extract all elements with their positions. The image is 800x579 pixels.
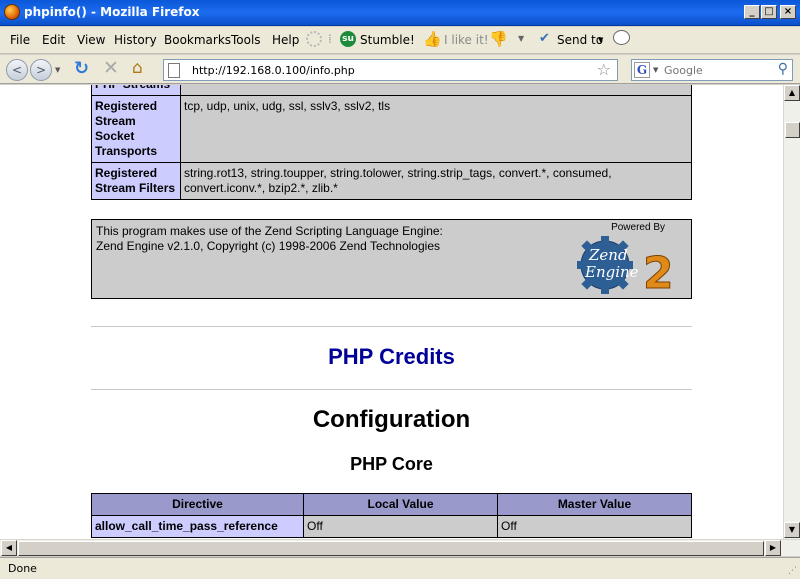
status-text: Done (8, 562, 37, 575)
menu-history[interactable]: History (114, 33, 157, 47)
scroll-down-button[interactable]: ▼ (784, 522, 800, 538)
scroll-up-button[interactable]: ▲ (784, 85, 800, 101)
column-header: Master Value (497, 493, 692, 516)
php-core-table: Directive Local Value Master Value allow… (91, 493, 692, 538)
column-header: Local Value (303, 493, 498, 516)
stumbleupon-icon[interactable]: su (340, 31, 356, 47)
master-value-cell: Off (497, 515, 692, 538)
maximize-button[interactable]: □ (761, 5, 777, 19)
scroll-left-button[interactable]: ◀ (1, 540, 17, 556)
thumbs-up-icon[interactable]: 👍 (423, 30, 442, 48)
toolbar-grip-icon: ⁞ (328, 32, 332, 46)
title-bar: phpinfo() - Mozilla Firefox _ □ × (0, 0, 800, 26)
stop-icon[interactable]: ✕ (103, 57, 119, 79)
send-to-dropdown-icon[interactable]: ▼ (598, 36, 603, 44)
page-icon (168, 63, 180, 78)
powered-by-label: Powered By (611, 222, 665, 233)
php-core-heading: PHP Core (350, 454, 433, 474)
streams-table: PHP Streams Registered Stream Socket Tra… (91, 85, 692, 200)
configuration-heading: Configuration (312, 406, 471, 433)
table-row: Registered Stream Filters string.rot13, … (91, 162, 692, 200)
menu-help[interactable]: Help (272, 33, 299, 47)
page-content: PHP Streams Registered Stream Socket Tra… (0, 85, 783, 539)
url-text[interactable]: http://192.168.0.100/info.php (192, 64, 355, 77)
zend-info-box: This program makes use of the Zend Scrip… (91, 219, 692, 299)
column-header: Directive (91, 493, 304, 516)
menu-view[interactable]: View (77, 33, 105, 47)
throbber-icon (306, 31, 322, 47)
reload-icon[interactable]: ↻ (74, 58, 89, 79)
table-row: Registered Stream Socket Transports tcp,… (91, 95, 692, 163)
resize-grip-icon[interactable]: ⋰ (788, 566, 797, 576)
menu-tools[interactable]: Tools (231, 33, 261, 47)
window-title: phpinfo() - Mozilla Firefox (24, 5, 200, 19)
search-box[interactable]: G ▼ ⚲ (631, 59, 793, 81)
menu-edit[interactable]: Edit (42, 33, 65, 47)
scroll-right-button[interactable]: ▶ (765, 540, 781, 556)
history-dropdown-icon[interactable]: ▼ (55, 66, 60, 74)
php-credits-heading[interactable]: PHP Credits (91, 344, 692, 370)
send-to-icon[interactable]: ✔ (539, 31, 550, 46)
bookmark-star-icon[interactable]: ☆ (597, 60, 611, 79)
dropdown-arrow-icon[interactable]: ▼ (518, 34, 524, 43)
row-value: string.rot13, string.toupper, string.tol… (180, 162, 692, 200)
table-row: PHP Streams (91, 85, 692, 96)
search-input[interactable] (664, 63, 774, 78)
table-header-row: Directive Local Value Master Value (91, 493, 692, 516)
thumbs-down-icon[interactable]: 👎 (489, 30, 508, 48)
table-row: allow_call_time_pass_reference Off Off (91, 515, 692, 538)
status-bar: Done ⋰ (0, 557, 800, 579)
engine-dropdown-icon[interactable]: ▼ (653, 66, 658, 74)
row-label: Registered Stream Filters (91, 162, 181, 200)
zend-line-2: Zend Engine v2.1.0, Copyright (c) 1998-2… (96, 239, 440, 253)
forward-button[interactable]: > (30, 59, 52, 81)
zend-line-1: This program makes use of the Zend Scrip… (96, 224, 443, 238)
zend-engine-logo-icon[interactable]: Zend Engine 2 (575, 234, 689, 296)
svg-text:Engine: Engine (584, 263, 639, 281)
horizontal-scroll-thumb[interactable] (18, 541, 764, 556)
vertical-scroll-thumb[interactable] (785, 122, 800, 138)
row-value (180, 85, 692, 96)
divider (91, 389, 692, 390)
menu-bar: File Edit View History Bookmarks Tools H… (0, 27, 800, 54)
svg-text:Zend: Zend (588, 246, 628, 264)
stumble-button[interactable]: Stumble! (360, 33, 415, 47)
horizontal-scrollbar[interactable]: ◀ ▶ (0, 539, 800, 556)
google-engine-icon[interactable]: G (634, 62, 650, 78)
back-button[interactable]: < (6, 59, 28, 81)
minimize-button[interactable]: _ (744, 5, 760, 19)
send-to-button[interactable]: Send to (557, 33, 603, 47)
menu-file[interactable]: File (10, 33, 30, 47)
divider (91, 326, 692, 327)
firefox-icon[interactable] (4, 4, 20, 20)
address-bar[interactable]: http://192.168.0.100/info.php ☆ (163, 59, 618, 81)
vertical-scrollbar[interactable]: ▲ ▼ (783, 85, 800, 539)
row-label: PHP Streams (91, 85, 181, 96)
close-button[interactable]: × (780, 5, 796, 19)
menu-bookmarks[interactable]: Bookmarks (164, 33, 231, 47)
row-label: Registered Stream Socket Transports (91, 95, 181, 163)
row-value: tcp, udp, unix, udg, ssl, sslv3, sslv2, … (180, 95, 692, 163)
search-icon[interactable]: ⚲ (778, 61, 788, 77)
svg-text:2: 2 (643, 248, 674, 296)
home-icon[interactable]: ⌂ (132, 58, 143, 78)
i-like-it-button[interactable]: I like it! (444, 33, 489, 47)
local-value-cell: Off (303, 515, 498, 538)
directive-cell: allow_call_time_pass_reference (91, 515, 304, 538)
speech-bubble-icon[interactable] (613, 30, 630, 45)
